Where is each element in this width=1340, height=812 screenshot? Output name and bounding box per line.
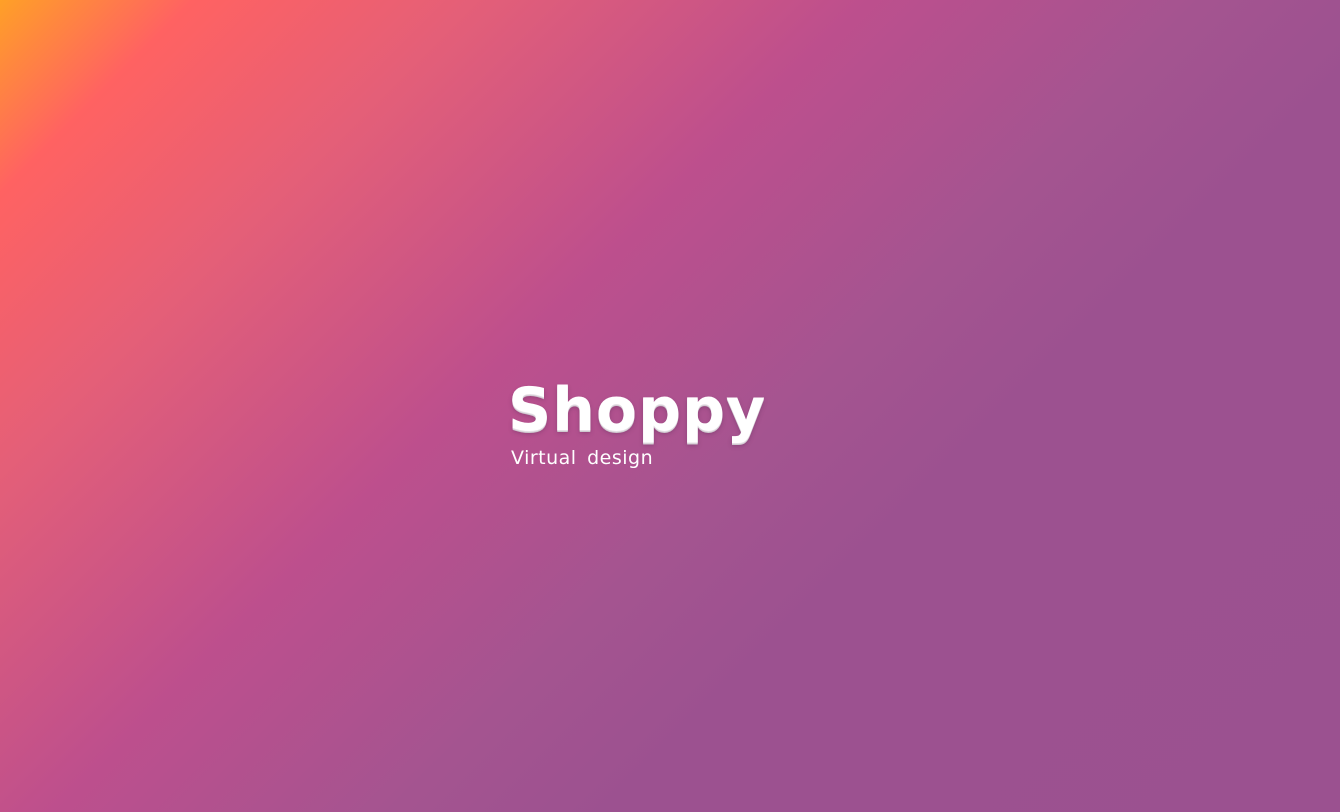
- tagline: Virtual design: [511, 447, 654, 469]
- splash-screen: Shoppy Virtual design: [0, 0, 1340, 812]
- brand-name: Shoppy: [508, 375, 767, 445]
- logo-block: Shoppy Virtual design: [508, 372, 765, 482]
